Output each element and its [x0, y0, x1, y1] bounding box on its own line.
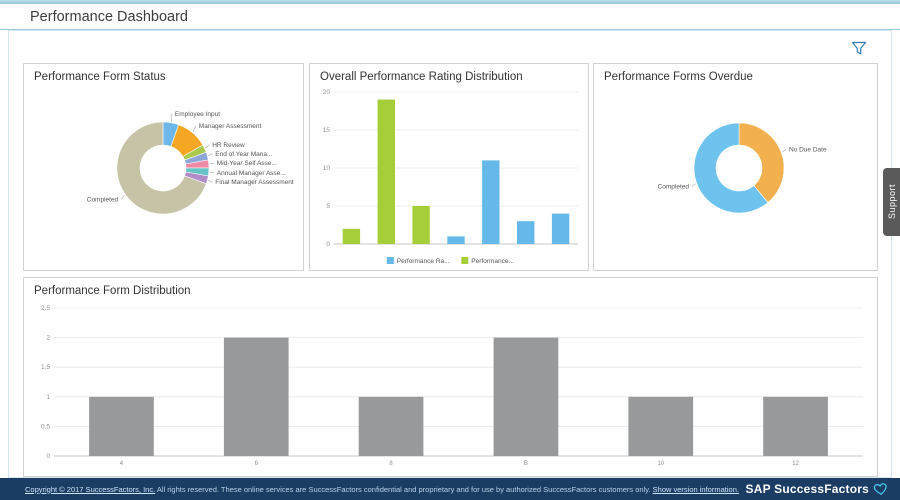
- svg-text:End of Year Mana...: End of Year Mana...: [215, 151, 272, 158]
- filter-icon: [851, 41, 867, 54]
- svg-text:6: 6: [255, 461, 259, 467]
- svg-text:5: 5: [326, 203, 330, 210]
- svg-text:12: 12: [792, 461, 799, 467]
- panel-title: Overall Performance Rating Distribution: [320, 71, 523, 83]
- svg-text:1: 1: [46, 394, 50, 401]
- svg-text:0: 0: [326, 241, 330, 248]
- filter-button[interactable]: [849, 39, 869, 57]
- svg-text:B: B: [524, 461, 528, 467]
- rating-distribution-bar-chart[interactable]: 0 5 10 15 20 Performance Ra... Performance...: [310, 86, 588, 270]
- svg-text:15: 15: [323, 127, 331, 134]
- svg-text:2.5: 2.5: [41, 305, 50, 312]
- svg-text:Performance...: Performance...: [471, 258, 514, 265]
- svg-text:0: 0: [46, 453, 50, 460]
- panel-rating-distribution: Overall Performance Rating Distribution …: [309, 63, 589, 271]
- svg-text:4: 4: [120, 461, 124, 467]
- svg-text:0.5: 0.5: [41, 423, 50, 430]
- copyright-link[interactable]: Copyright © 2017 SuccessFactors, Inc.: [25, 485, 155, 494]
- svg-text:Manager Assessment: Manager Assessment: [199, 123, 262, 130]
- panel-form-distribution: Performance Form Distribution 0 0.5 1 1.5 2 2…: [23, 277, 878, 477]
- panel-title: Performance Form Status: [34, 71, 166, 83]
- sap-successfactors-logo: SAP SuccessFactors: [746, 482, 888, 496]
- svg-text:8: 8: [389, 461, 393, 467]
- forms-overdue-donut-chart[interactable]: No Due Date Completed: [594, 86, 877, 270]
- svg-text:Completed: Completed: [658, 184, 690, 191]
- form-distribution-bar-chart[interactable]: 0 0.5 1 1.5 2 2.5 4 6 8 B 10 12: [24, 300, 877, 476]
- dashboard-content: Performance Form Status Employee Input Ma…: [8, 30, 892, 478]
- svg-text:Completed: Completed: [87, 197, 119, 204]
- copyright-rest: All rights reserved. These online servic…: [156, 484, 651, 494]
- form-status-donut-chart[interactable]: Employee Input Manager Assessment HR Revie…: [24, 86, 303, 270]
- support-tab-label: Support: [886, 184, 897, 220]
- svg-text:10: 10: [657, 461, 664, 467]
- svg-text:HR Review: HR Review: [212, 142, 245, 149]
- svg-text:Annual Manager Asse...: Annual Manager Asse...: [217, 170, 286, 177]
- svg-text:Performance Ra...: Performance Ra...: [397, 258, 450, 265]
- support-tab[interactable]: Support: [883, 168, 900, 236]
- heart-icon: [873, 483, 887, 495]
- svg-text:10: 10: [323, 165, 331, 172]
- svg-text:No Due Date: No Due Date: [789, 147, 827, 154]
- page-title: Performance Dashboard: [30, 8, 188, 25]
- svg-text:Mid-Year Self Asse...: Mid-Year Self Asse...: [217, 160, 277, 167]
- svg-text:20: 20: [323, 89, 331, 96]
- panel-performance-form-status: Performance Form Status Employee Input Ma…: [23, 63, 304, 271]
- svg-text:Final Manager Assessment: Final Manager Assessment: [215, 179, 294, 186]
- app-window: Performance Dashboard Performance Form S…: [0, 0, 900, 500]
- footer: Copyright © 2017 SuccessFactors, Inc. Al…: [0, 478, 900, 500]
- svg-text:1.5: 1.5: [41, 364, 50, 371]
- panel-title: Performance Forms Overdue: [604, 71, 753, 83]
- brand-text: SAP SuccessFactors: [745, 482, 869, 496]
- svg-text:Employee Input: Employee Input: [175, 111, 220, 118]
- header: Performance Dashboard: [0, 4, 900, 30]
- footer-legal-text: Copyright © 2017 SuccessFactors, Inc. Al…: [25, 485, 739, 494]
- svg-text:2: 2: [46, 335, 50, 342]
- panel-title: Performance Form Distribution: [34, 285, 191, 297]
- version-info-link[interactable]: Show version information.: [653, 485, 739, 494]
- panel-forms-overdue: Performance Forms Overdue No Due Date Com…: [593, 63, 878, 271]
